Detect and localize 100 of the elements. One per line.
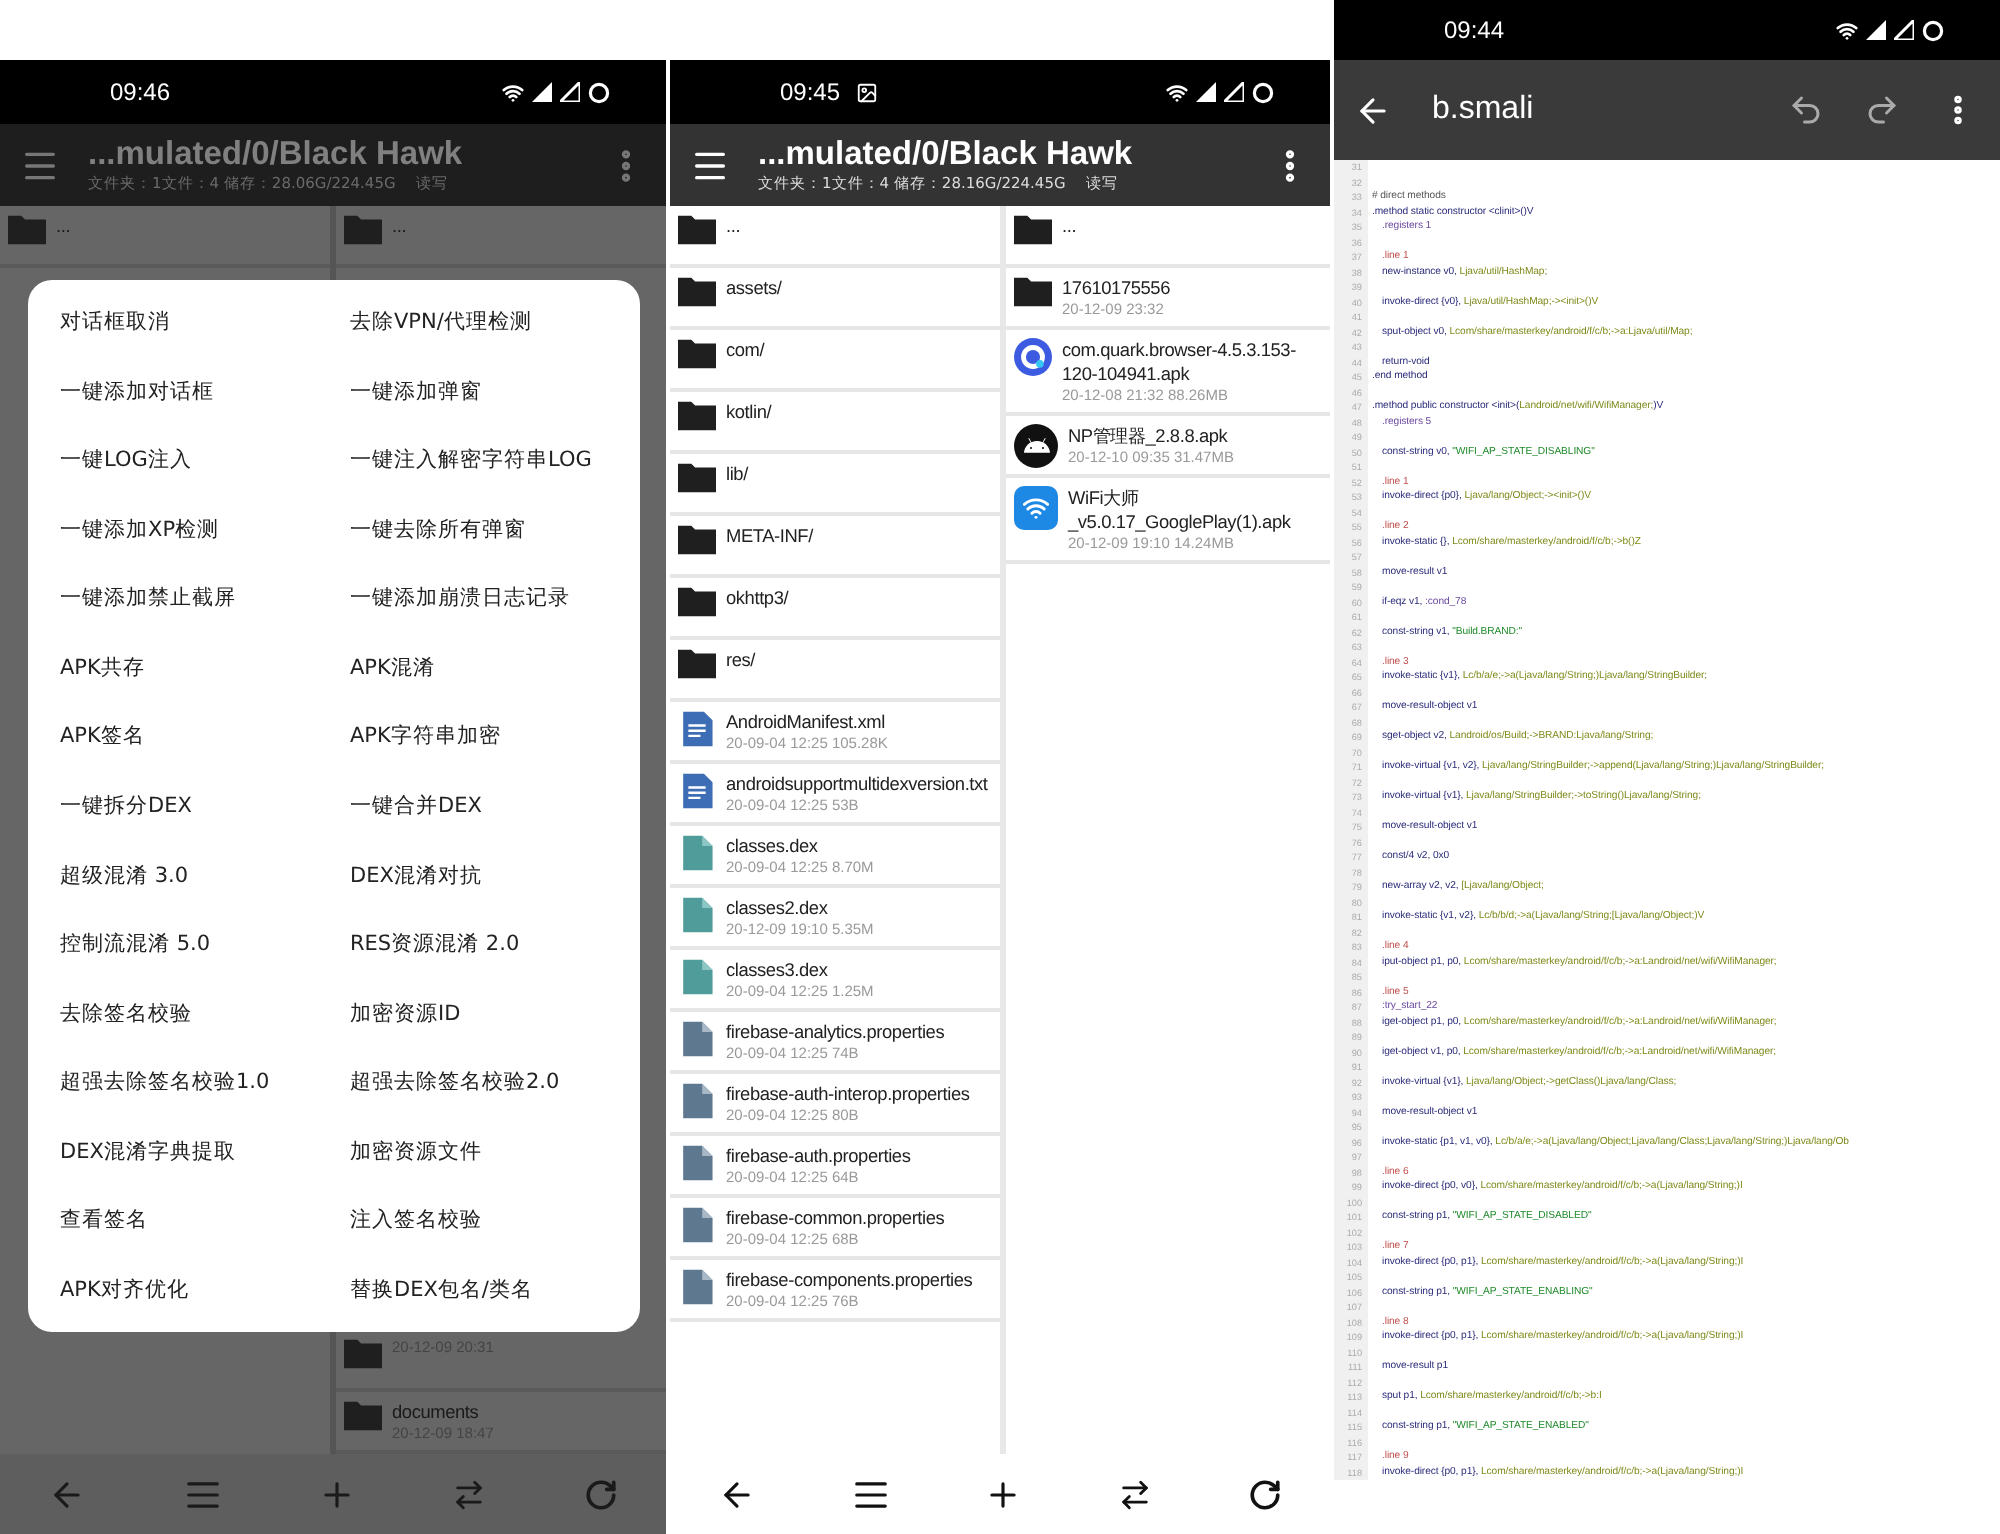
menu-item[interactable]: 加密资源文件 <box>350 1119 640 1184</box>
menu-item[interactable]: 一键拆分DEX <box>60 773 350 838</box>
file-icon <box>678 896 716 934</box>
folder-icon <box>678 214 716 246</box>
ring-icon <box>1252 81 1274 103</box>
file-name: res/ <box>726 648 758 672</box>
file-icon <box>678 1082 716 1120</box>
folder-icon <box>344 1400 382 1432</box>
folder-icon <box>678 524 716 556</box>
file-row[interactable]: ... <box>1006 206 1330 268</box>
path-title: ...mulated/0/Black Hawk <box>758 136 1135 174</box>
file-icon <box>678 1020 716 1058</box>
folder-icon <box>678 276 716 308</box>
menu-item[interactable]: APK混淆 <box>350 635 640 700</box>
file-title: b.smali <box>1432 92 1536 128</box>
file-icon <box>678 1268 716 1306</box>
file-icon <box>678 1206 716 1244</box>
file-row[interactable]: okhttp3/ <box>670 578 1000 640</box>
status-time: 09:45 <box>780 78 841 106</box>
folder-icon <box>344 1338 382 1370</box>
document-icon <box>678 772 716 810</box>
redo-icon[interactable] <box>1864 92 1900 128</box>
menu-item[interactable]: DEX混淆字典提取 <box>60 1119 350 1184</box>
file-name: firebase-analytics.properties <box>726 1020 947 1044</box>
folder-icon <box>678 462 716 494</box>
file-name: ... <box>392 214 409 238</box>
wifi-icon <box>1836 19 1858 41</box>
status-time: 09:44 <box>1444 16 1505 44</box>
ring-icon <box>1922 19 1944 41</box>
menu-item[interactable]: 一键添加禁止截屏 <box>60 566 350 631</box>
wifi-app-icon <box>1014 486 1058 530</box>
menu-item[interactable]: 一键添加弹窗 <box>350 359 640 424</box>
document-icon <box>678 710 716 748</box>
file-icon <box>678 1144 716 1182</box>
menu-item[interactable]: 加密资源ID <box>350 981 640 1046</box>
file-name: firebase-common.properties <box>726 1206 947 1230</box>
path-title: ...mulated/0/Black Hawk <box>88 136 465 174</box>
menu-item[interactable]: APK签名 <box>60 704 350 769</box>
file-row[interactable]: res/ <box>670 640 1000 702</box>
file-name: kotlin/ <box>726 400 774 424</box>
folder-icon <box>678 586 716 618</box>
menu-item[interactable]: 超级混淆 3.0 <box>60 843 350 908</box>
file-name: assets/ <box>726 276 784 300</box>
file-name: lib/ <box>726 462 751 486</box>
file-name: ... <box>56 214 73 238</box>
menu-item[interactable]: 超强去除签名校验1.0 <box>60 1050 350 1115</box>
file-name: WiFi大师_v5.0.17_GooglePlay(1).apk <box>1068 486 1293 534</box>
file-row[interactable]: lib/ <box>670 454 1000 516</box>
menu-item[interactable]: APK字符串加密 <box>350 704 640 769</box>
menu-item[interactable]: 对话框取消 <box>60 290 350 355</box>
file-name: AndroidManifest.xml <box>726 710 887 734</box>
menu-item[interactable]: 注入签名校验 <box>350 1188 640 1253</box>
file-name: classes2.dex <box>726 896 830 920</box>
swap-icon[interactable] <box>1118 1477 1153 1511</box>
menu-item[interactable]: 替换DEX包名/类名 <box>350 1257 640 1322</box>
menu-item[interactable]: 一键去除所有弹窗 <box>350 497 640 562</box>
menu-item[interactable]: 一键添加XP检测 <box>60 497 350 562</box>
folder-icon <box>344 214 382 246</box>
menu-item[interactable]: 去除VPN/代理检测 <box>350 290 640 355</box>
folder-icon <box>678 648 716 680</box>
file-row[interactable]: kotlin/ <box>670 392 1000 454</box>
folder-icon <box>678 400 716 432</box>
file-row[interactable]: com/ <box>670 330 1000 392</box>
file-name: firebase-auth-interop.properties <box>726 1082 972 1106</box>
file-row[interactable]: ... <box>670 206 1000 268</box>
file-name: classes.dex <box>726 834 820 858</box>
file-name: NP管理器_2.8.8.apk <box>1068 424 1230 448</box>
wifi-icon <box>502 81 524 103</box>
menu-item[interactable]: APK共存 <box>60 635 350 700</box>
file-row[interactable]: assets/ <box>670 268 1000 330</box>
menu-item[interactable]: 一键注入解密字符串LOG <box>350 428 640 493</box>
file-name: com.quark.browser-4.5.3.153-120-104941.apk <box>1062 338 1298 386</box>
file-row[interactable]: META-INF/ <box>670 516 1000 578</box>
menu-item[interactable]: 一键LOG注入 <box>60 428 350 493</box>
file-name: com/ <box>726 338 767 362</box>
file-name: okhttp3/ <box>726 586 791 610</box>
file-icon <box>678 834 716 872</box>
undo-icon[interactable] <box>1788 92 1824 128</box>
menu-item[interactable]: 一键合并DEX <box>350 773 640 838</box>
menu-item[interactable]: 超强去除签名校验2.0 <box>350 1050 640 1115</box>
menu-item[interactable]: RES资源混淆 2.0 <box>350 912 640 977</box>
folder-icon <box>1014 276 1052 308</box>
menu-item[interactable]: DEX混淆对抗 <box>350 843 640 908</box>
menu-item[interactable]: 控制流混淆 5.0 <box>60 912 350 977</box>
file-name: classes3.dex <box>726 958 830 982</box>
file-icon <box>678 958 716 996</box>
menu-item[interactable]: 去除签名校验 <box>60 981 350 1046</box>
file-name: ... <box>726 214 743 238</box>
menu-item[interactable]: 查看签名 <box>60 1188 350 1253</box>
menu-item[interactable]: APK对齐优化 <box>60 1257 350 1322</box>
file-name: META-INF/ <box>726 524 816 548</box>
status-time: 09:46 <box>110 78 171 106</box>
app-icon <box>1014 338 1052 376</box>
refresh-icon[interactable] <box>1248 1477 1283 1511</box>
android-icon <box>1014 424 1058 468</box>
file-name: androidsupportmultidexversion.txt <box>726 772 990 796</box>
file-name: 17610175556 <box>1062 276 1173 300</box>
file-name: firebase-components.properties <box>726 1268 975 1292</box>
menu-item[interactable]: 一键添加崩溃日志记录 <box>350 566 640 631</box>
menu-item[interactable]: 一键添加对话框 <box>60 359 350 424</box>
